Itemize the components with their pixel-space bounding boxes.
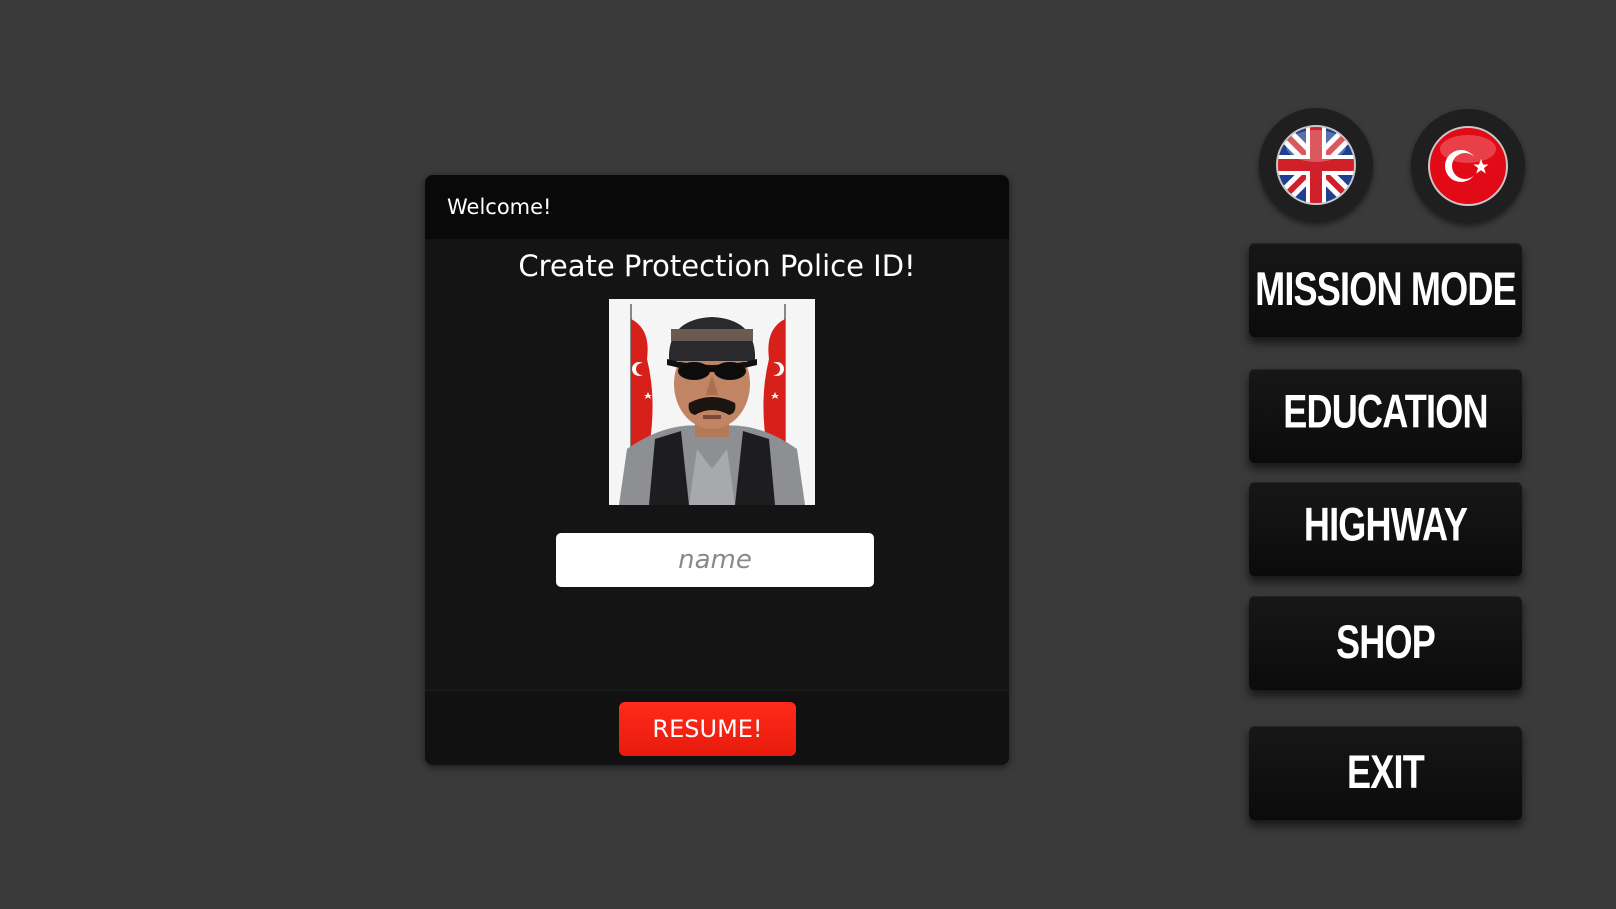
police-officer-portrait xyxy=(609,299,815,505)
game-main-menu-screen: Welcome! Create Protection Police ID! na… xyxy=(0,0,1616,909)
dialog-title: Create Protection Police ID! xyxy=(518,249,916,283)
welcome-dialog: Welcome! Create Protection Police ID! na… xyxy=(425,175,1009,765)
dialog-header-title: Welcome! xyxy=(447,195,552,219)
education-mode-button[interactable]: EDUCATION MODE xyxy=(1248,369,1523,540)
shop-label: SHOP xyxy=(1336,616,1436,669)
uk-flag-icon xyxy=(1276,125,1356,205)
dialog-body: Create Protection Police ID! xyxy=(425,239,1009,691)
mission-mode-button[interactable]: MISSION MODE xyxy=(1248,243,1523,337)
exit-label: EXIT xyxy=(1347,746,1425,799)
shop-button[interactable]: SHOP xyxy=(1248,596,1523,690)
turkish-language-button[interactable] xyxy=(1411,109,1525,223)
dialog-header: Welcome! xyxy=(425,175,1009,239)
name-input[interactable] xyxy=(556,533,874,587)
resume-button[interactable]: RESUME! xyxy=(619,702,796,756)
english-language-button[interactable] xyxy=(1259,108,1373,222)
dialog-footer: RESUME! xyxy=(425,690,1009,765)
mission-mode-label: MISSION MODE xyxy=(1255,263,1517,316)
highway-mode-button[interactable]: HIGHWAY MODE xyxy=(1248,482,1523,653)
exit-button[interactable]: EXIT xyxy=(1248,726,1523,820)
turkey-flag-icon xyxy=(1428,126,1508,206)
police-officer-portrait-icon xyxy=(609,299,815,505)
